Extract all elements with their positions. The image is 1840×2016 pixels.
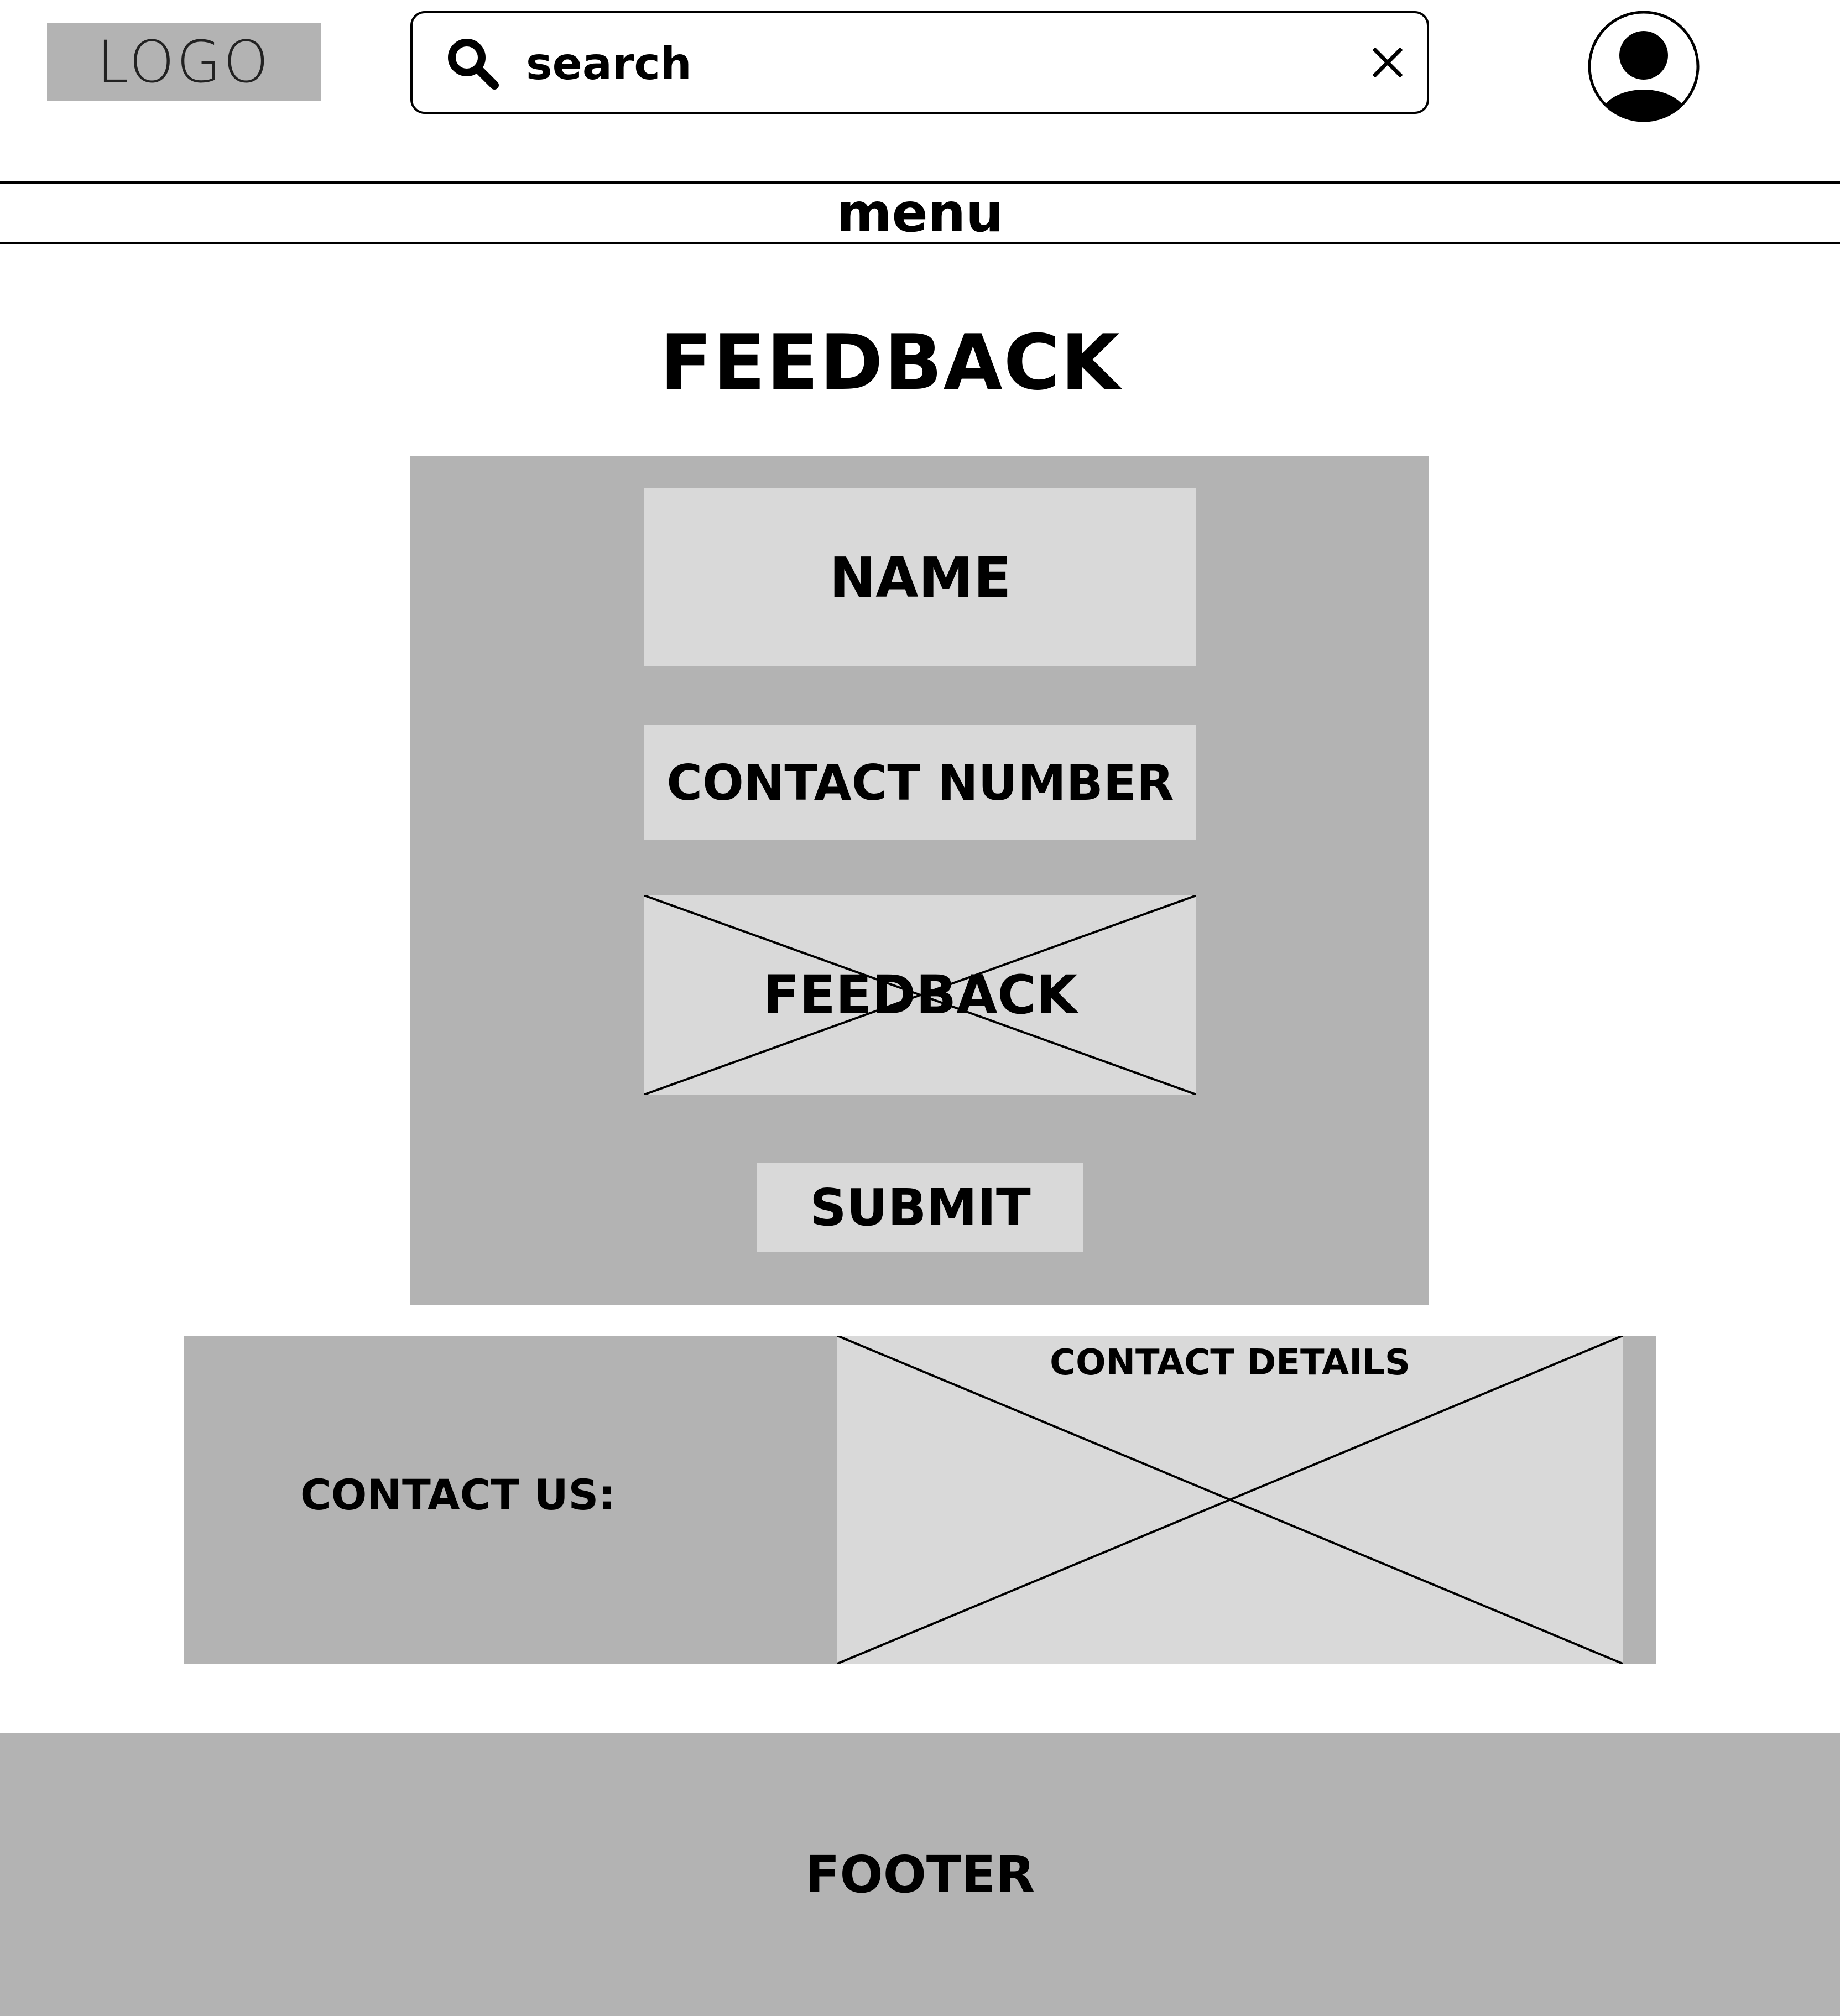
user-avatar-icon[interactable] — [1587, 10, 1700, 123]
logo[interactable]: LOGO — [47, 23, 321, 101]
feedback-form: NAME CONTACT NUMBER FEEDBACK SUBMIT — [410, 456, 1429, 1305]
search-input[interactable]: search — [526, 42, 692, 86]
search-bar[interactable]: search — [410, 11, 1429, 114]
contact-details-label: CONTACT DETAILS — [1050, 1342, 1410, 1383]
contact-number-label: CONTACT NUMBER — [666, 754, 1174, 811]
contact-details-placeholder: CONTACT DETAILS — [837, 1336, 1623, 1664]
page-title: FEEDBACK — [660, 317, 1121, 407]
menu-bar[interactable]: menu — [0, 181, 1840, 244]
footer: FOOTER — [0, 1733, 1840, 2016]
contact-us-heading: CONTACT US: — [300, 1470, 616, 1519]
name-field-label: NAME — [829, 545, 1012, 610]
name-field[interactable]: NAME — [644, 488, 1196, 666]
submit-button-label: SUBMIT — [810, 1178, 1031, 1237]
feedback-textarea[interactable]: FEEDBACK — [644, 895, 1196, 1095]
close-icon[interactable] — [1369, 44, 1406, 81]
footer-label: FOOTER — [805, 1845, 1035, 1904]
feedback-field-label: FEEDBACK — [763, 964, 1078, 1026]
submit-button[interactable]: SUBMIT — [757, 1163, 1083, 1252]
placeholder-cross-icon — [837, 1336, 1623, 1664]
contact-number-field[interactable]: CONTACT NUMBER — [644, 725, 1196, 840]
search-icon[interactable] — [446, 37, 501, 92]
contact-section: CONTACT US: CONTACT DETAILS — [184, 1336, 1656, 1664]
menu-label[interactable]: menu — [837, 186, 1004, 239]
